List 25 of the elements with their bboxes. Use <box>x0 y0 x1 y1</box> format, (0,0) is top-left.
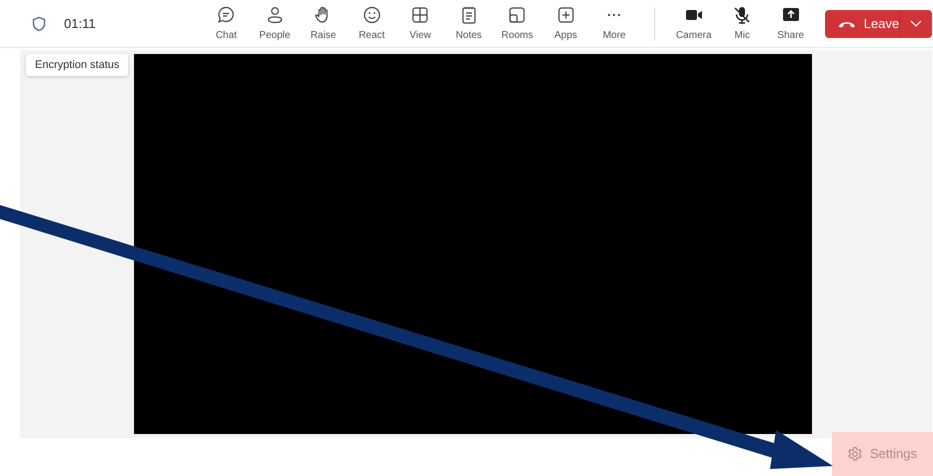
react-button[interactable]: React <box>348 0 396 48</box>
hang-up-icon <box>838 20 856 28</box>
view-button[interactable]: View <box>396 0 444 48</box>
apps-button[interactable]: Apps <box>542 0 590 48</box>
rooms-button[interactable]: Rooms <box>493 0 542 48</box>
mic-button[interactable]: Mic <box>718 0 766 48</box>
people-button[interactable]: People <box>250 0 299 48</box>
more-button[interactable]: More <box>590 0 638 48</box>
react-icon <box>362 4 382 24</box>
shield-icon[interactable] <box>31 16 47 32</box>
view-icon <box>410 4 430 24</box>
leave-button[interactable]: Leave <box>825 10 932 38</box>
camera-button[interactable]: Camera <box>670 0 718 48</box>
chevron-down-icon <box>910 20 922 27</box>
chat-button[interactable]: Chat <box>202 0 250 48</box>
meeting-timer: 01:11 <box>64 14 96 33</box>
share-button[interactable]: Share <box>766 0 815 48</box>
more-icon <box>607 12 622 16</box>
rooms-icon <box>507 4 528 24</box>
notes-button[interactable]: Notes <box>444 0 493 48</box>
chat-icon <box>216 4 236 24</box>
apps-icon <box>556 4 576 24</box>
raise-button[interactable]: Raise <box>299 0 348 48</box>
tooltip: Encryption status <box>26 54 128 76</box>
settings-icon <box>847 446 863 462</box>
